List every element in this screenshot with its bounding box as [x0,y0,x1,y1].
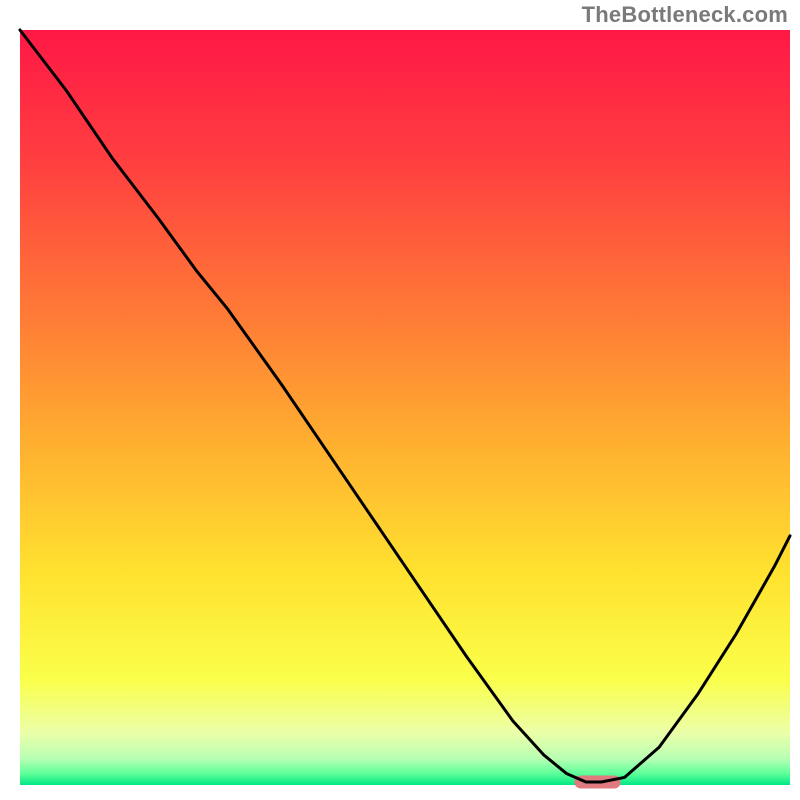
chart-svg [0,0,800,800]
chart-background [20,30,790,785]
